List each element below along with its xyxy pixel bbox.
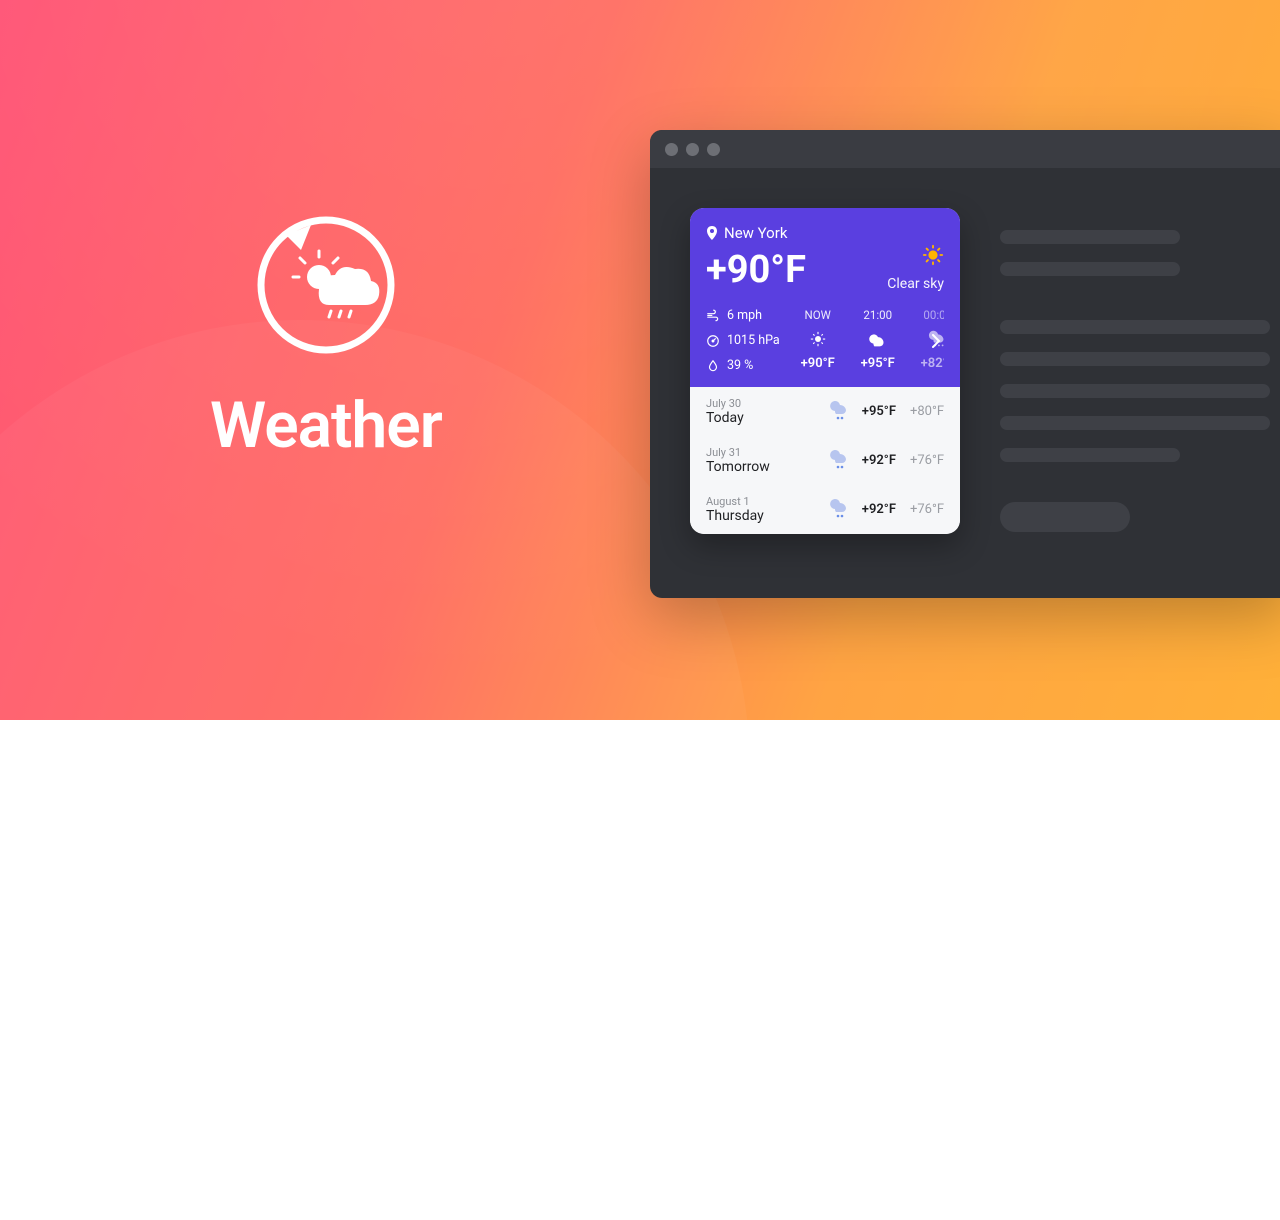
pressure-icon xyxy=(706,334,720,348)
pressure-value: 1015 hPa xyxy=(727,333,780,348)
forecast-day[interactable]: July 31 Tomorrow +92°F +76°F xyxy=(690,436,960,485)
window-minimize-dot[interactable] xyxy=(686,143,699,156)
skeleton-line xyxy=(1000,384,1270,398)
hero-title: Weather xyxy=(210,388,442,463)
hour-item[interactable]: NOW +90°F xyxy=(792,308,844,373)
hour-time: NOW xyxy=(805,308,831,322)
forecast-name: Thursday xyxy=(706,508,818,524)
skeleton-line xyxy=(1000,448,1180,462)
window-zoom-dot[interactable] xyxy=(707,143,720,156)
forecast-hi: +95°F xyxy=(862,404,896,419)
forecast-lo: +80°F xyxy=(910,404,944,419)
humidity-value: 39 % xyxy=(727,358,753,373)
humidity-icon xyxy=(706,359,720,373)
weather-card-header: New York +90°F Clear sky xyxy=(690,208,960,387)
cloud-icon xyxy=(867,330,889,348)
hour-temp: +82°F xyxy=(921,356,944,371)
forecast-day[interactable]: August 1 Thursday +92°F +76°F xyxy=(690,485,960,534)
forecast-name: Today xyxy=(706,410,818,426)
weather-card: New York +90°F Clear sky xyxy=(690,208,960,534)
skeleton-button xyxy=(1000,502,1130,532)
skeleton-line xyxy=(1000,230,1180,244)
forecast-date: July 30 xyxy=(706,397,818,410)
cloud-rain-icon xyxy=(828,499,852,521)
hour-item[interactable]: 21:00 +95°F xyxy=(852,308,904,373)
skeleton-line xyxy=(1000,320,1270,334)
window-titlebar[interactable] xyxy=(650,130,1280,168)
metric-pressure: 1015 hPa xyxy=(706,333,780,348)
weather-logo-icon xyxy=(241,200,411,370)
hour-temp: +95°F xyxy=(861,356,895,371)
location-pin-icon xyxy=(706,226,718,240)
daily-forecast: July 30 Today +95°F +80°F July 31 Tomorr… xyxy=(690,387,960,534)
hero: Weather xyxy=(210,200,442,463)
metrics: 6 mph 1015 hPa 39 % xyxy=(706,308,780,373)
forecast-lo: +76°F xyxy=(910,502,944,517)
forecast-day[interactable]: July 30 Today +95°F +80°F xyxy=(690,387,960,436)
location-row[interactable]: New York xyxy=(706,224,944,242)
sun-icon xyxy=(809,330,827,348)
hour-time: 21:00 xyxy=(863,308,892,322)
skeleton-line xyxy=(1000,416,1270,430)
forecast-date: August 1 xyxy=(706,495,818,508)
hour-temp: +90°F xyxy=(801,356,835,371)
hour-time: 00:00 xyxy=(923,308,944,322)
forecast-lo: +76°F xyxy=(910,453,944,468)
forecast-date: July 31 xyxy=(706,446,818,459)
skeleton-line xyxy=(1000,352,1270,366)
wind-value: 6 mph xyxy=(727,308,762,323)
browser-body: New York +90°F Clear sky xyxy=(650,168,1280,598)
forecast-hi: +92°F xyxy=(862,502,896,517)
cloud-rain-icon xyxy=(828,450,852,472)
hourly-forecast[interactable]: NOW +90°F 21:00 +95°F xyxy=(792,308,944,373)
cloud-rain-icon xyxy=(828,401,852,423)
forecast-name: Tomorrow xyxy=(706,459,818,475)
metric-humidity: 39 % xyxy=(706,358,780,373)
skeleton-content xyxy=(1000,230,1280,532)
sun-icon xyxy=(922,244,944,266)
browser-window: New York +90°F Clear sky xyxy=(650,130,1280,598)
forecast-hi: +92°F xyxy=(862,453,896,468)
metric-wind: 6 mph xyxy=(706,308,780,323)
window-close-dot[interactable] xyxy=(665,143,678,156)
skeleton-line xyxy=(1000,262,1180,276)
current-temperature: +90°F xyxy=(706,248,806,292)
wind-icon xyxy=(706,309,720,323)
chevron-right-icon[interactable] xyxy=(928,333,944,349)
location-name: New York xyxy=(724,224,787,242)
condition-text: Clear sky xyxy=(887,276,944,292)
